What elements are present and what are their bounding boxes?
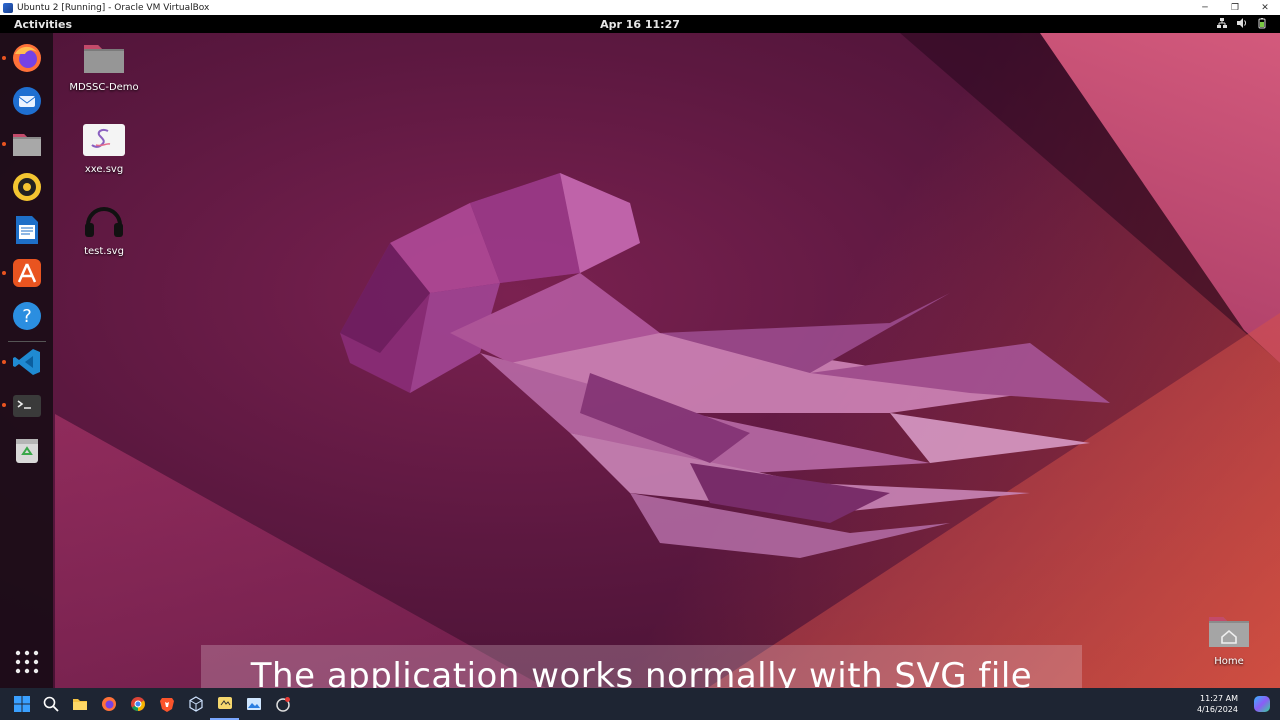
close-button[interactable]: ✕ <box>1250 3 1280 13</box>
desktop-icon-label: MDSSC-Demo <box>69 82 139 93</box>
dock-item-vscode[interactable] <box>2 345 44 379</box>
desktop-icon-label: test.svg <box>84 246 124 257</box>
battery-icon[interactable] <box>1256 17 1268 29</box>
virtualbox-icon <box>188 696 203 712</box>
dock-item-trash[interactable] <box>10 433 44 467</box>
app-center-icon <box>13 259 41 287</box>
minimize-button[interactable]: ─ <box>1190 3 1220 13</box>
dock-item-rhythmbox[interactable] <box>10 170 44 204</box>
dock-item-writer[interactable] <box>10 213 44 247</box>
folder-icon <box>84 45 124 73</box>
taskbar-virtualbox[interactable] <box>181 688 210 720</box>
desktop-icon-home[interactable]: Home <box>1184 613 1274 667</box>
taskbar-file-explorer[interactable] <box>65 688 94 720</box>
desktop-icon-mdssc-demo[interactable]: MDSSC-Demo <box>59 39 149 93</box>
taskbar-search-button[interactable] <box>36 688 65 720</box>
show-apps-icon <box>15 650 39 674</box>
vscode-icon <box>13 349 40 375</box>
dock-item-terminal[interactable] <box>2 388 44 422</box>
taskbar-brave[interactable] <box>152 688 181 720</box>
windows-taskbar: 11:27 AM 4/16/2024 <box>0 688 1280 720</box>
app-icon-2 <box>275 697 290 712</box>
dock-item-help[interactable]: ? <box>10 299 44 333</box>
taskbar-date: 4/16/2024 <box>1196 705 1238 714</box>
file-explorer-icon <box>72 699 87 710</box>
svg-file-icon <box>83 124 125 156</box>
show-apps-button[interactable] <box>10 645 44 679</box>
taskbar-app-2[interactable] <box>268 688 297 720</box>
desktop-icon-label: Home <box>1214 656 1244 667</box>
taskbar-clock[interactable]: 11:27 AM 4/16/2024 <box>1197 693 1238 715</box>
dock-item-app-center[interactable] <box>2 256 44 290</box>
taskbar-chrome[interactable] <box>123 688 152 720</box>
rhythmbox-icon <box>13 173 41 201</box>
desktop[interactable]: MDSSC-Demo xxe.svg test.svg Home The app… <box>0 33 1280 688</box>
ubuntu-dock: ? <box>0 33 53 688</box>
dock-item-firefox[interactable] <box>2 41 44 75</box>
taskbar-active-app[interactable] <box>210 688 239 720</box>
volume-icon[interactable] <box>1236 17 1248 29</box>
activities-button[interactable]: Activities <box>14 18 72 31</box>
network-icon[interactable] <box>1216 17 1228 29</box>
desktop-icon-test-svg[interactable]: test.svg <box>59 203 149 257</box>
video-subtitle: The application works normally with SVG … <box>201 645 1082 688</box>
taskbar-time: 11:27 AM <box>1200 694 1238 703</box>
writer-icon <box>16 216 38 244</box>
help-icon: ? <box>13 302 41 330</box>
files-icon <box>13 134 41 156</box>
headphones-svg-icon <box>85 207 123 237</box>
desktop-icon-label: xxe.svg <box>84 164 124 175</box>
taskbar-photos[interactable] <box>239 688 268 720</box>
brave-icon <box>159 698 174 712</box>
firefox-icon <box>13 44 41 72</box>
dock-item-thunderbird[interactable] <box>10 84 44 118</box>
photos-icon <box>246 698 261 710</box>
jellyfish-wallpaper <box>340 173 1110 558</box>
screen: Ubuntu 2 [Running] - Oracle VM VirtualBo… <box>0 0 1280 720</box>
start-icon <box>13 696 30 712</box>
firefox-icon <box>101 697 116 711</box>
ubuntu-topbar: Activities Apr 16 11:27 <box>0 15 1280 33</box>
copilot-icon[interactable] <box>1254 696 1270 712</box>
vbox-titlebar: Ubuntu 2 [Running] - Oracle VM VirtualBo… <box>0 0 1280 15</box>
clock-button[interactable]: Apr 16 11:27 <box>600 18 680 31</box>
restore-button[interactable]: ❐ <box>1220 3 1250 13</box>
thunderbird-icon <box>13 87 41 115</box>
taskbar-firefox[interactable] <box>94 688 123 720</box>
home-folder-icon <box>1209 617 1249 647</box>
terminal-icon <box>13 395 41 417</box>
start-button[interactable] <box>7 688 36 720</box>
search-icon <box>43 696 59 712</box>
trash-icon <box>16 439 38 463</box>
chrome-icon <box>130 697 145 711</box>
desktop-icon-xxe-svg[interactable]: xxe.svg <box>59 123 149 175</box>
virtualbox-icon <box>3 2 13 13</box>
svg-text:?: ? <box>22 306 32 327</box>
dock-item-files[interactable] <box>2 127 44 161</box>
app-icon <box>217 697 232 709</box>
window-title: Ubuntu 2 [Running] - Oracle VM VirtualBo… <box>17 2 210 13</box>
system-tray[interactable] <box>1216 17 1268 29</box>
